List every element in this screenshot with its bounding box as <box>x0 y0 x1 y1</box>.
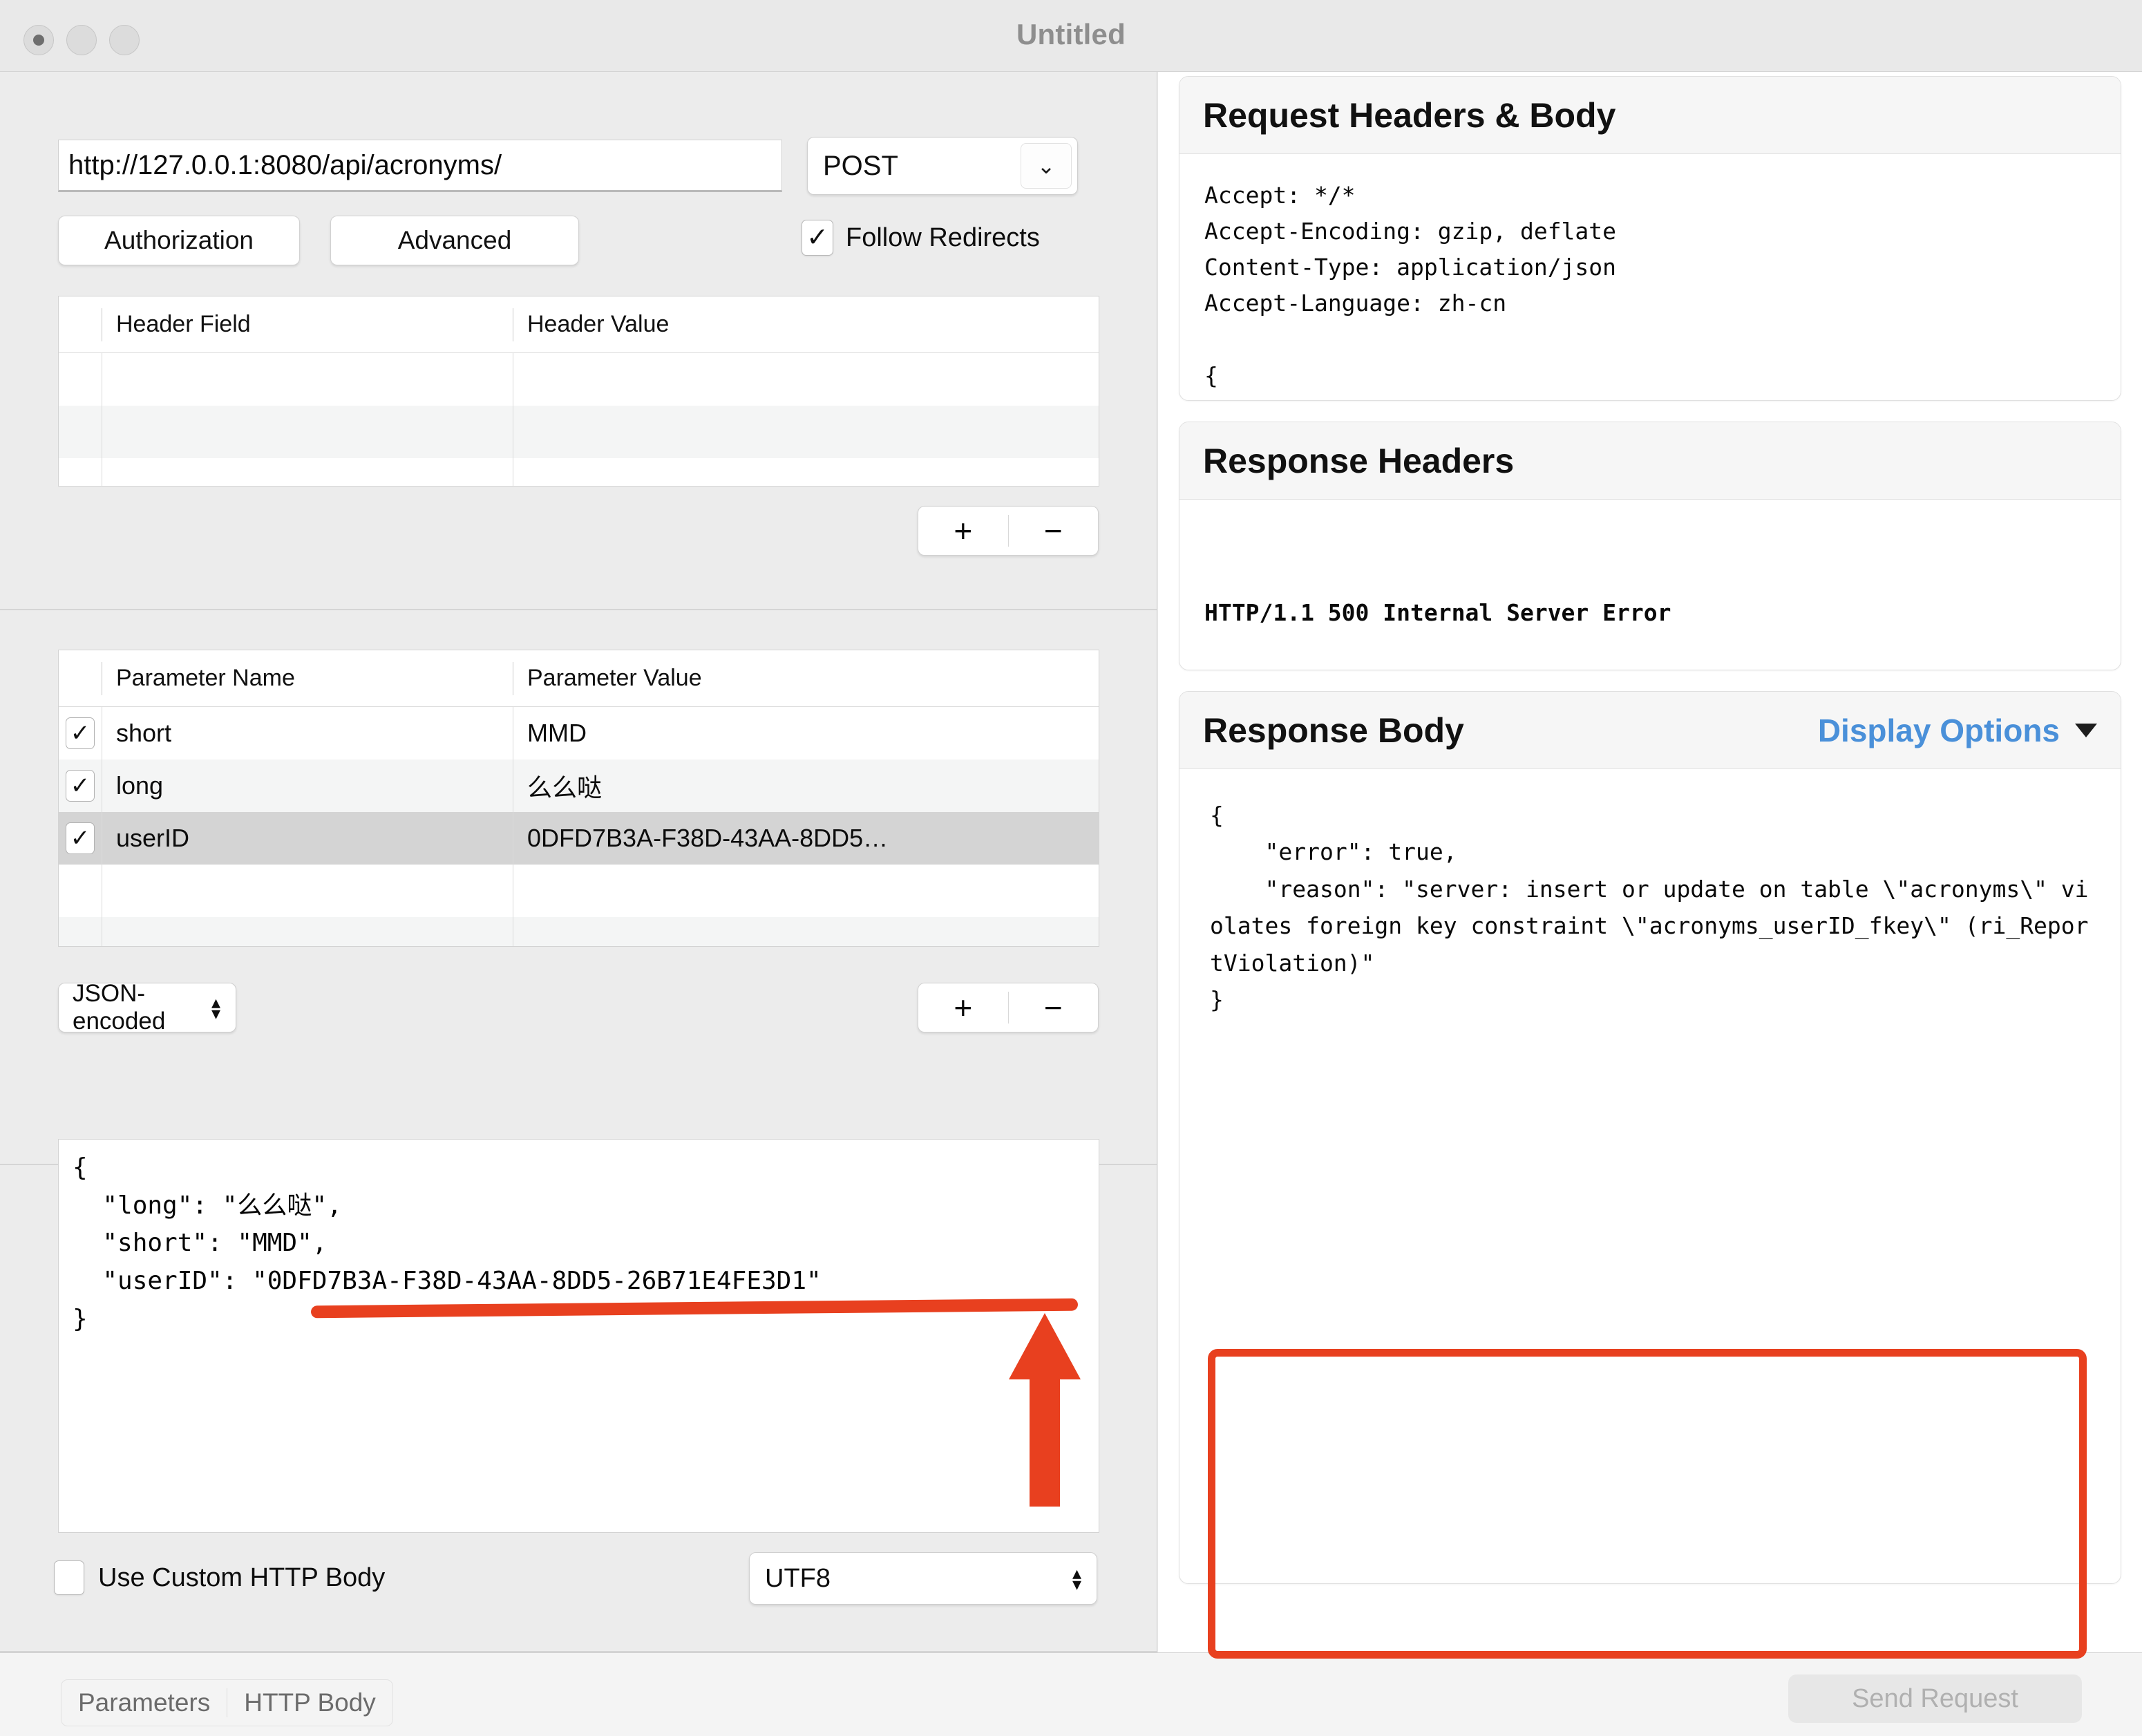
request-headers-body-title: Request Headers & Body <box>1203 95 1615 135</box>
window-title: Untitled <box>0 18 2142 51</box>
request-headers-body-card: Request Headers & Body Accept: */* Accep… <box>1179 76 2121 401</box>
window-titlebar: Untitled <box>0 0 2142 72</box>
parameters-add-remove-stepper[interactable]: + − <box>918 983 1099 1032</box>
row-enabled-checkbox[interactable]: ✓ <box>66 822 95 854</box>
advanced-button[interactable]: Advanced <box>330 216 579 265</box>
parameter-value-cell[interactable]: 么么哒 <box>513 760 1099 812</box>
display-options-label: Display Options <box>1818 712 2060 749</box>
parameter-name-column-header[interactable]: Parameter Name <box>102 662 513 695</box>
http-method-select[interactable]: POST ⌄ <box>807 137 1078 195</box>
parameters-empty-row-2[interactable] <box>59 917 1099 947</box>
response-body-header: Response Body Display Options <box>1179 692 2121 769</box>
headers-row-field[interactable] <box>102 458 513 487</box>
http-method-value: POST <box>823 151 898 182</box>
response-headers-content: HTTP/1.1 500 Internal Server Error Conte… <box>1179 500 2121 670</box>
headers-gutter-header <box>59 308 102 341</box>
parameter-name-cell[interactable]: long <box>102 760 513 812</box>
headers-row-gutter <box>59 406 102 458</box>
parameter-value-cell[interactable] <box>513 917 1099 947</box>
parameter-value-column-header[interactable]: Parameter Value <box>513 662 1099 695</box>
follow-redirects-label: Follow Redirects <box>846 223 1040 253</box>
parameter-name-cell[interactable]: short <box>102 707 513 760</box>
response-pane: Request Headers & Body Accept: */* Accep… <box>1158 72 2142 1652</box>
header-field-column-header[interactable]: Header Field <box>102 308 513 341</box>
response-headers-card: Response Headers HTTP/1.1 500 Internal S… <box>1179 422 2121 670</box>
app-window: Untitled http://127.0.0.1:8080/api/acron… <box>0 0 2142 1736</box>
stepper-arrows-icon[interactable]: ▴▾ <box>211 997 220 1019</box>
use-custom-http-body-row[interactable]: Use Custom HTTP Body <box>54 1560 385 1595</box>
table-row[interactable]: ✓ long 么么哒 <box>59 760 1099 812</box>
headers-row-value[interactable] <box>513 458 1099 487</box>
row-enable-cell <box>59 865 102 917</box>
charset-select[interactable]: UTF8 ▴▾ <box>749 1552 1097 1605</box>
authorization-button[interactable]: Authorization <box>58 216 300 265</box>
display-options-button[interactable]: Display Options <box>1818 712 2097 749</box>
headers-row-value[interactable] <box>513 353 1099 406</box>
response-headers-header: Response Headers <box>1179 422 2121 500</box>
use-custom-http-body-checkbox[interactable] <box>54 1560 84 1595</box>
parameter-value-cell[interactable]: MMD <box>513 707 1099 760</box>
charset-value: UTF8 <box>765 1564 831 1594</box>
parameter-encoding-select[interactable]: JSON-encoded ▴▾ <box>58 983 236 1032</box>
table-row-selected[interactable]: ✓ userID 0DFD7B3A-F38D-43AA-8DD5… <box>59 812 1099 865</box>
tab-parameters[interactable]: Parameters <box>61 1680 227 1726</box>
parameters-empty-row-1[interactable] <box>59 865 1099 917</box>
headers-row-field[interactable] <box>102 406 513 458</box>
chevron-down-icon[interactable]: ⌄ <box>1021 143 1072 189</box>
parameter-name-cell[interactable] <box>102 865 513 917</box>
send-request-button[interactable]: Send Request <box>1788 1674 2082 1723</box>
row-enabled-checkbox[interactable]: ✓ <box>66 717 95 749</box>
row-enable-cell[interactable]: ✓ <box>59 760 102 812</box>
remove-parameter-button[interactable]: − <box>1009 983 1099 1032</box>
request-headers-body-header: Request Headers & Body <box>1179 77 2121 154</box>
annotation-arrow-icon <box>1003 1313 1086 1507</box>
parameters-gutter-header <box>59 662 102 695</box>
tab-http-body[interactable]: HTTP Body <box>227 1680 392 1726</box>
row-enabled-checkbox[interactable]: ✓ <box>66 770 95 802</box>
header-value-column-header[interactable]: Header Value <box>513 308 1099 341</box>
request-headers-body-content: Accept: */* Accept-Encoding: gzip, defla… <box>1179 154 2121 401</box>
add-parameter-button[interactable]: + <box>918 983 1008 1032</box>
caret-down-icon[interactable] <box>2075 724 2097 737</box>
table-row[interactable]: ✓ short MMD <box>59 707 1099 760</box>
response-headers-title: Response Headers <box>1203 441 1514 481</box>
follow-redirects-row[interactable]: ✓ Follow Redirects <box>802 220 1040 256</box>
headers-empty-row-2[interactable] <box>59 406 1099 458</box>
headers-table[interactable]: Header Field Header Value <box>58 296 1099 487</box>
parameter-value-cell[interactable]: 0DFD7B3A-F38D-43AA-8DD5… <box>513 812 1099 865</box>
url-input[interactable]: http://127.0.0.1:8080/api/acronyms/ <box>58 140 782 192</box>
http-body-textarea[interactable]: { "long": "么么哒", "short": "MMD", "userID… <box>58 1139 1099 1533</box>
headers-row-value[interactable] <box>513 406 1099 458</box>
use-custom-http-body-label: Use Custom HTTP Body <box>98 1563 385 1593</box>
remove-header-button[interactable]: − <box>1009 507 1099 555</box>
parameter-name-cell[interactable]: userID <box>102 812 513 865</box>
response-status-line: HTTP/1.1 500 Internal Server Error <box>1204 595 2096 631</box>
row-enable-cell <box>59 917 102 947</box>
parameters-table-header: Parameter Name Parameter Value <box>59 650 1099 707</box>
headers-empty-row-1[interactable] <box>59 353 1099 406</box>
headers-empty-row-3[interactable] <box>59 458 1099 487</box>
parameters-table[interactable]: Parameter Name Parameter Value ✓ short M… <box>58 650 1099 947</box>
follow-redirects-checkbox[interactable]: ✓ <box>802 220 833 256</box>
headers-row-field[interactable] <box>102 353 513 406</box>
headers-add-remove-stepper[interactable]: + − <box>918 506 1099 556</box>
section-divider-headers <box>0 609 1157 610</box>
headers-table-header: Header Field Header Value <box>59 296 1099 353</box>
headers-row-gutter <box>59 353 102 406</box>
parameter-name-cell[interactable] <box>102 917 513 947</box>
stepper-arrows-icon[interactable]: ▴▾ <box>1072 1567 1081 1589</box>
headers-row-gutter <box>59 458 102 487</box>
row-enable-cell[interactable]: ✓ <box>59 812 102 865</box>
response-body-title: Response Body <box>1203 710 1464 751</box>
footer-tab-group[interactable]: Parameters HTTP Body <box>61 1679 393 1726</box>
row-enable-cell[interactable]: ✓ <box>59 707 102 760</box>
parameter-value-cell[interactable] <box>513 865 1099 917</box>
add-header-button[interactable]: + <box>918 507 1008 555</box>
response-body-content: { "error": true, "reason": "server: inse… <box>1179 769 2121 1046</box>
response-body-card: Response Body Display Options { "error":… <box>1179 691 2121 1584</box>
